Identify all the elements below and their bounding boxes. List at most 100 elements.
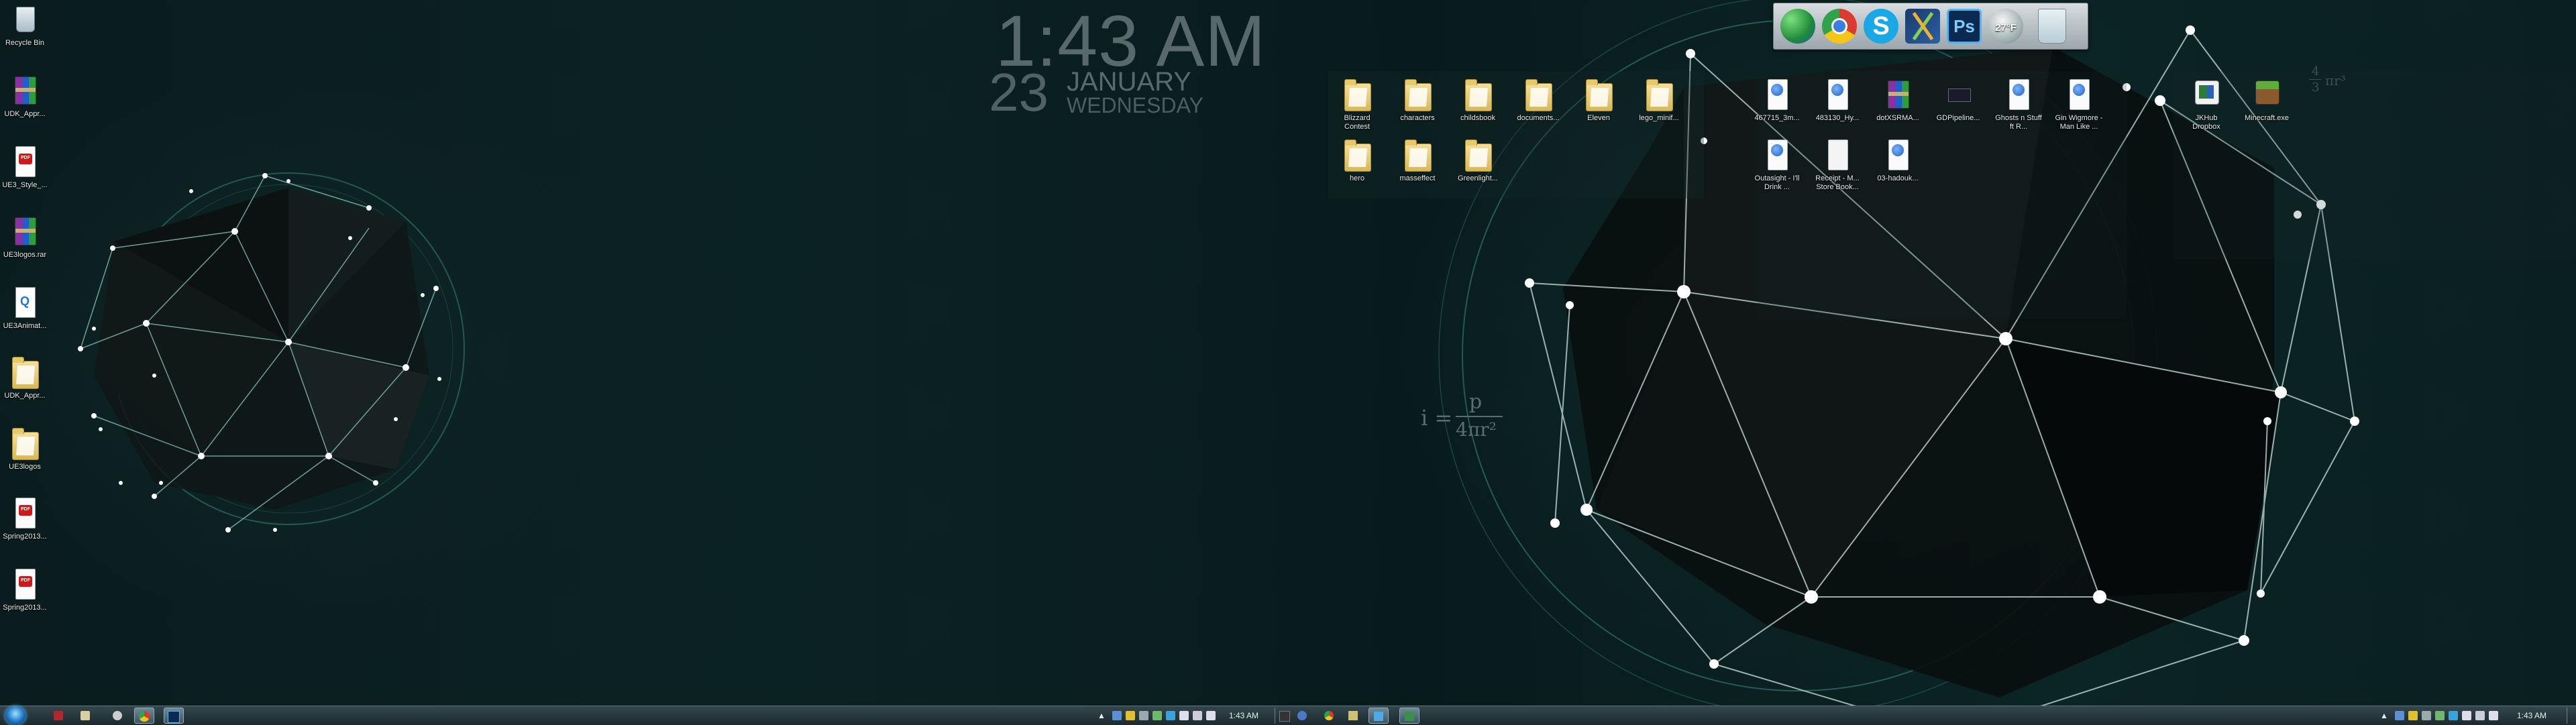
desktop-icon-gin-wigmore[interactable]: Gin Wigmore - Man Like ... bbox=[2051, 78, 2106, 131]
chrome-icon[interactable] bbox=[1822, 9, 1857, 44]
tray-app-icon[interactable] bbox=[2449, 711, 2458, 720]
taskbar-app-1[interactable] bbox=[48, 708, 68, 724]
desktop-icon-label: documents... bbox=[1517, 114, 1560, 122]
action-center-flag-icon[interactable] bbox=[2462, 711, 2471, 720]
show-desktop-button[interactable] bbox=[2567, 708, 2575, 724]
desktop-icon-hadouken[interactable]: 03-hadouk... bbox=[1870, 138, 1925, 183]
desktop-icon-label: Eleven bbox=[1587, 114, 1610, 122]
desktop-icon-blizzard-contest[interactable]: Blizzard Contest bbox=[1330, 78, 1385, 131]
folder-icon bbox=[1523, 78, 1554, 111]
show-hidden-icons-arrow[interactable]: ▲ bbox=[1097, 711, 1106, 720]
desktop-icon-childsbook[interactable]: childsbook bbox=[1450, 78, 1505, 123]
tray-app-icon[interactable] bbox=[1126, 711, 1135, 720]
app-icon bbox=[1279, 711, 1290, 722]
tray-app-icon[interactable] bbox=[2408, 711, 2418, 720]
taskbar-app-chrome[interactable] bbox=[134, 708, 154, 724]
messenger-icon[interactable] bbox=[1780, 9, 1815, 44]
desktop-icon-recycle-bin[interactable]: Recycle Bin bbox=[0, 3, 52, 48]
taskbar-app-photoshop[interactable] bbox=[164, 708, 184, 724]
desktop-icon-ue3-style-pdf[interactable]: UE3_Style_... bbox=[0, 145, 52, 190]
taskbar2-app-3[interactable] bbox=[1319, 708, 1339, 724]
desktop-icon-467715[interactable]: 467715_3m... bbox=[1750, 78, 1805, 123]
desktop-icon-udk-archive[interactable]: UDK_Appr... bbox=[0, 74, 52, 119]
formula-small-bar bbox=[2309, 79, 2321, 80]
desktop-icon-eleven[interactable]: Eleven bbox=[1571, 78, 1626, 123]
tray-app-icon[interactable] bbox=[2395, 711, 2404, 720]
chrome-icon bbox=[139, 711, 150, 722]
desktop-icon-ue3logos-rar[interactable]: UE3logos.rar bbox=[0, 215, 52, 260]
desktop-icon-label: masseffect bbox=[1399, 174, 1436, 182]
tray-clock[interactable]: 1:43 AM bbox=[2517, 711, 2546, 720]
desktop-icon-label: dotXSRMA... bbox=[1876, 114, 1919, 122]
formula-small-numerator: 4 bbox=[2312, 64, 2320, 78]
tray-app-icon[interactable] bbox=[2435, 711, 2445, 720]
web-document-icon bbox=[1822, 78, 1853, 111]
taskbar-app-3[interactable] bbox=[107, 708, 127, 724]
taskbar2-app-5[interactable] bbox=[1368, 708, 1389, 724]
folder-icon bbox=[1462, 78, 1493, 111]
taskbar2-app-4[interactable] bbox=[1343, 708, 1363, 724]
desktop-icon-label: 03-hadouk... bbox=[1877, 174, 1919, 182]
app-icon bbox=[1348, 711, 1358, 720]
tray-app-icon[interactable] bbox=[1112, 711, 1122, 720]
desktop-icon-characters[interactable]: characters bbox=[1390, 78, 1445, 123]
tray-app-icon[interactable] bbox=[1166, 711, 1175, 720]
gear-icon bbox=[113, 711, 122, 720]
volume-icon[interactable] bbox=[1206, 711, 1216, 720]
desktop-icon-ue3logos-folder[interactable]: UE3logos bbox=[0, 427, 52, 471]
web-document-icon bbox=[1882, 138, 1913, 172]
minecraft-icon bbox=[2251, 78, 2282, 111]
folder-icon bbox=[1402, 138, 1433, 172]
web-document-icon bbox=[1762, 78, 1792, 111]
desktop-icon-outasight[interactable]: Outasight - I'll Drink ... bbox=[1750, 138, 1805, 192]
desktop-icon-minecraft[interactable]: Minecraft.exe bbox=[2239, 78, 2294, 123]
shortcut-app-icon bbox=[2191, 78, 2222, 111]
desktop-icon-ghosts-n-stuff[interactable]: Ghosts n Stuff ft R... bbox=[1991, 78, 2046, 131]
tray-clock[interactable]: 1:43 AM bbox=[1229, 711, 1258, 720]
desktop-icon-masseffect[interactable]: masseffect bbox=[1390, 138, 1445, 183]
start-orb[interactable] bbox=[5, 706, 25, 725]
desktop-icon-hero[interactable]: hero bbox=[1330, 138, 1385, 183]
network-icon[interactable] bbox=[2475, 711, 2485, 720]
desktop-icon-receipt[interactable]: Receipt - M... Store Book... bbox=[1810, 138, 1865, 192]
show-hidden-icons-arrow[interactable]: ▲ bbox=[2380, 711, 2388, 720]
desktop-icon-udk-folder[interactable]: UDK_Appr... bbox=[0, 355, 52, 400]
action-center-flag-icon[interactable] bbox=[1179, 711, 1189, 720]
formula-small-tail: πr³ bbox=[2325, 72, 2346, 89]
skype-icon[interactable]: S bbox=[1864, 9, 1898, 44]
taskbar2-app-2[interactable] bbox=[1292, 708, 1312, 724]
desktop-icon-dotxsrma[interactable]: dotXSRMA... bbox=[1870, 78, 1925, 123]
desktop-icon-spring2013-pdf-2[interactable]: Spring2013... bbox=[0, 567, 52, 612]
desktop-icon-label: JKHub Dropbox bbox=[2192, 114, 2220, 131]
taskbar2-app-6[interactable] bbox=[1399, 708, 1419, 724]
desktop-icon-gdpipeline[interactable]: GDPipeline... bbox=[1931, 78, 1986, 123]
taskbar-app-2[interactable] bbox=[75, 708, 95, 724]
desktop-icon-documents[interactable]: documents... bbox=[1511, 78, 1566, 123]
photoshop-icon[interactable]: Ps bbox=[1947, 9, 1982, 44]
tray-app-icon[interactable] bbox=[2422, 711, 2431, 720]
network-icon[interactable] bbox=[1193, 711, 1202, 720]
clock-month: JANUARY bbox=[1067, 67, 1191, 97]
folder-icon bbox=[1342, 138, 1373, 172]
weather-icon[interactable]: 27°F bbox=[1988, 9, 2023, 44]
desktop-icon-483130[interactable]: 483130_Hy... bbox=[1810, 78, 1865, 123]
desktop-icon-lego-minifig[interactable]: lego_minif... bbox=[1631, 78, 1686, 123]
desktop-icon-spring2013-pdf-1[interactable]: Spring2013... bbox=[0, 496, 52, 541]
desktop-icon-label: Minecraft.exe bbox=[2244, 114, 2290, 122]
rar-archive-icon bbox=[9, 215, 40, 248]
weather-temp: 27°F bbox=[1995, 22, 2017, 34]
desktop-icon-greenlight[interactable]: Greenlight... bbox=[1450, 138, 1505, 183]
desktop-icon-label: 467715_3m... bbox=[1754, 114, 1800, 122]
dock-recycle-bin[interactable] bbox=[2034, 9, 2069, 44]
pdf-icon bbox=[9, 567, 40, 601]
left-geodesic-sphere bbox=[78, 172, 465, 533]
desktop-icon-jkhub-dropbox[interactable]: JKHub Dropbox bbox=[2179, 78, 2234, 131]
tray-app-icon[interactable] bbox=[1152, 711, 1162, 720]
web-document-icon bbox=[1762, 138, 1792, 172]
xsi-icon[interactable] bbox=[1905, 9, 1940, 44]
desktop-icon-ue3-animation[interactable]: UE3Animat... bbox=[0, 286, 52, 331]
app-icon bbox=[54, 711, 63, 720]
tray-app-icon[interactable] bbox=[1139, 711, 1148, 720]
desktop-icon-label: Outasight - I'll Drink ... bbox=[1754, 174, 1800, 191]
volume-icon[interactable] bbox=[2489, 711, 2498, 720]
